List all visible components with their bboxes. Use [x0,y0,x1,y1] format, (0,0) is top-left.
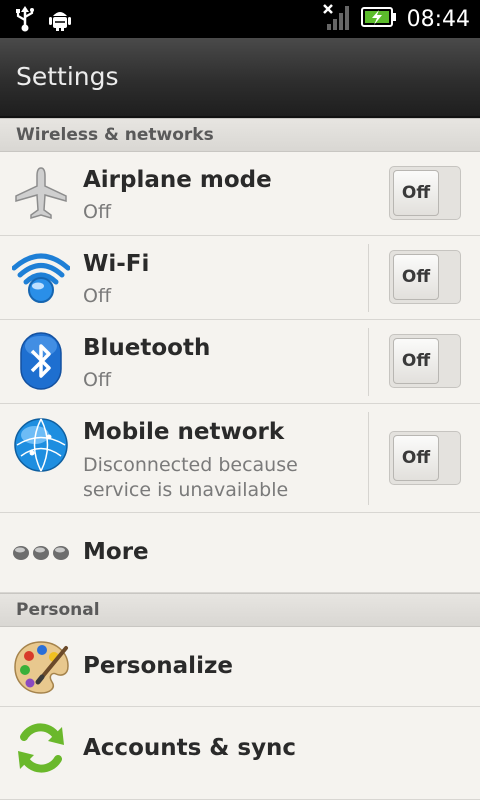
airplane-mode-row[interactable]: Airplane mode Off Off [0,152,480,236]
wifi-toggle[interactable]: Off [389,250,461,304]
usb-icon [14,6,36,36]
bluetooth-row[interactable]: Bluetooth Off Off [0,320,480,404]
personalize-row[interactable]: Personalize [0,627,480,707]
toggle-state-label: Off [393,170,439,216]
airplane-mode-subtitle: Off [83,201,112,223]
more-label: More [83,539,149,565]
section-header-personal: Personal [0,593,480,627]
more-row[interactable]: More [0,513,480,593]
accounts-sync-label: Accounts & sync [83,735,297,761]
divider [368,328,369,396]
battery-charging-icon [360,6,397,32]
bluetooth-subtitle: Off [83,369,112,391]
wifi-icon [11,246,71,304]
toggle-state-label: Off [393,338,439,384]
wifi-label: Wi-Fi [83,251,150,277]
title-bar: Settings [0,38,480,118]
divider [368,412,369,505]
mobile-network-subtitle: Disconnected because service is unavaila… [83,454,298,501]
sync-icon [12,719,70,777]
section-header-wireless: Wireless & networks [0,118,480,152]
bluetooth-label: Bluetooth [83,335,211,361]
android-debug-icon [48,6,72,36]
bluetooth-icon [12,332,70,390]
airplane-icon [12,164,70,222]
personalize-label: Personalize [83,653,233,679]
palette-icon [12,638,70,696]
mobile-network-toggle[interactable]: Off [389,431,461,485]
airplane-mode-toggle[interactable]: Off [389,166,461,220]
section-header-label: Personal [16,600,100,620]
clock: 08:44 [406,6,470,32]
mobile-network-row[interactable]: Mobile network Disconnected because serv… [0,404,480,513]
accounts-sync-row[interactable]: Accounts & sync [0,707,480,800]
bluetooth-toggle[interactable]: Off [389,334,461,388]
section-header-label: Wireless & networks [16,125,214,145]
status-bar: 08:44 [0,0,480,38]
divider [368,244,369,312]
more-dots-icon [12,524,70,582]
mobile-network-label: Mobile network [83,419,285,445]
no-signal-icon [321,2,351,36]
toggle-state-label: Off [393,254,439,300]
page-title: Settings [16,62,119,91]
toggle-state-label: Off [393,435,439,481]
globe-icon [12,416,70,474]
wifi-subtitle: Off [83,285,112,307]
wifi-row[interactable]: Wi-Fi Off Off [0,236,480,320]
airplane-mode-label: Airplane mode [83,167,272,193]
